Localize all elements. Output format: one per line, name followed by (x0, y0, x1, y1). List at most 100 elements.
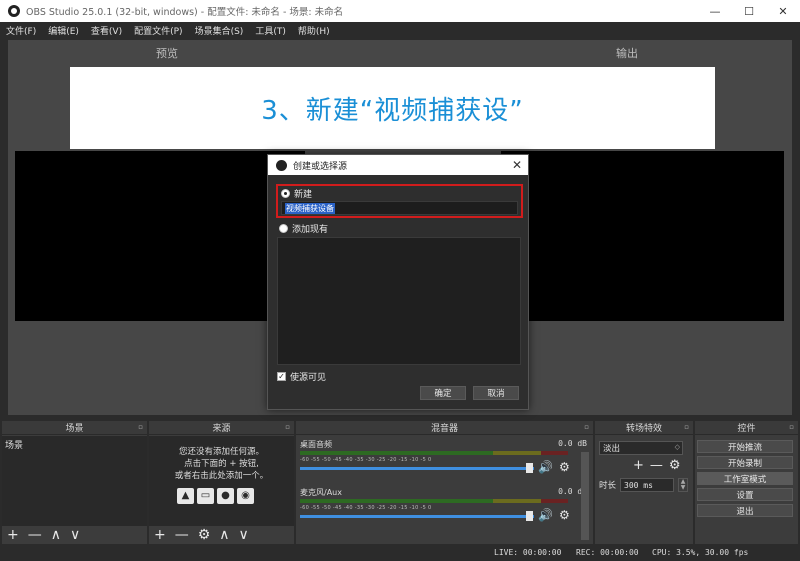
volume-fader[interactable] (300, 515, 534, 518)
add-transition-button[interactable]: + (633, 458, 644, 473)
move-scene-up-button[interactable]: ∧ (51, 527, 61, 543)
window-titlebar: OBS Studio 25.0.1 (32-bit, windows) - 配置… (0, 0, 800, 22)
preview-label: 预览 (156, 47, 178, 60)
output-canvas (501, 151, 784, 321)
volume-fader[interactable] (300, 467, 534, 470)
close-window-button[interactable]: ✕ (766, 5, 800, 18)
new-radio[interactable] (281, 188, 290, 198)
transition-select[interactable]: 淡出 ◇ (599, 441, 683, 455)
remove-source-button[interactable]: — (175, 527, 189, 543)
menu-profile[interactable]: 配置文件(P) (128, 24, 188, 37)
dialog-title: 创建或选择源 (293, 161, 348, 172)
maximize-button[interactable]: ☐ (732, 5, 766, 18)
volume-meter (300, 451, 568, 455)
remove-transition-button[interactable]: — (650, 458, 663, 473)
controls-title: 控件 (737, 424, 756, 434)
minimize-button[interactable]: — (698, 5, 732, 18)
preview-canvas[interactable] (15, 151, 305, 321)
cpu-status: CPU: 3.5%, 30.00 fps (652, 548, 749, 557)
transitions-title: 转场特效 (625, 424, 662, 434)
new-source-option[interactable]: 新建 (281, 187, 313, 200)
scene-item[interactable]: 场景 (5, 438, 23, 451)
sources-title: 来源 (212, 424, 231, 434)
mixer-header: 混音器 ▫ (296, 421, 593, 435)
mixer-scrollbar[interactable] (581, 452, 589, 540)
menu-tools[interactable]: 工具(T) (249, 24, 292, 37)
menu-file[interactable]: 文件(F) (0, 24, 42, 37)
menu-bar: 文件(F) 编辑(E) 查看(V) 配置文件(P) 场景集合(S) 工具(T) … (0, 22, 800, 39)
add-source-button[interactable]: + (154, 527, 166, 543)
speaker-icon[interactable]: 🔊 (538, 460, 553, 474)
duration-spinner[interactable]: ▲ ▼ (678, 478, 689, 492)
dock-float-icon[interactable]: ▫ (584, 423, 589, 431)
menu-help[interactable]: 帮助(H) (292, 24, 336, 37)
scenes-dock: 场景 ▫ 场景 + — ∧ ∨ (2, 421, 147, 544)
volume-fader-handle[interactable] (526, 463, 533, 473)
source-type-icons: ▲ ▭ ● ◉ (177, 488, 254, 504)
output-label: 输出 (616, 47, 638, 60)
volume-fader-handle[interactable] (526, 511, 533, 521)
obs-logo-icon (8, 5, 20, 17)
new-label: 新建 (294, 189, 313, 200)
duration-row: 时长 300 ms ▲ ▼ (599, 478, 689, 492)
source-name-input[interactable]: 视频捕获设备 (281, 201, 518, 215)
existing-sources-list[interactable] (277, 237, 521, 365)
add-scene-button[interactable]: + (7, 527, 19, 543)
start-streaming-button[interactable]: 开始推流 (697, 440, 793, 453)
make-visible-option[interactable]: ✓ 使源可见 (277, 370, 326, 383)
studio-mode-button[interactable]: 工作室模式 (697, 472, 793, 485)
menu-scene-collection[interactable]: 场景集合(S) (189, 24, 250, 37)
dock-float-icon[interactable]: ▫ (138, 423, 143, 431)
volume-meter (300, 499, 568, 503)
source-settings-button[interactable]: ⚙ (198, 527, 211, 543)
remove-scene-button[interactable]: — (28, 527, 42, 543)
scenes-title: 场景 (65, 424, 84, 434)
transitions-body: 淡出 ◇ + — ⚙ 时长 300 ms ▲ ▼ (595, 436, 693, 544)
move-scene-down-button[interactable]: ∨ (70, 527, 80, 543)
status-bar: LIVE: 00:00:00 REC: 00:00:00 CPU: 3.5%, … (0, 546, 800, 561)
mixer-dock: 混音器 ▫ 桌面音频 0.0 dB -60 -55 -50 -45 -40 -3… (296, 421, 593, 544)
create-source-dialog: 创建或选择源 ✕ 新建 视频捕获设备 添加现有 ✓ 使源可见 确定 取消 (267, 154, 529, 410)
dock-float-icon[interactable]: ▫ (285, 423, 290, 431)
dialog-close-button[interactable]: ✕ (506, 158, 528, 172)
speaker-icon[interactable]: 🔊 (538, 508, 553, 522)
menu-edit[interactable]: 编辑(E) (42, 24, 85, 37)
sources-hint-line: 或者右击此处添加一个。 (174, 471, 269, 481)
move-source-up-button[interactable]: ∧ (219, 527, 229, 543)
gear-icon[interactable]: ⚙ (559, 508, 570, 522)
cancel-button[interactable]: 取消 (473, 386, 519, 400)
dock-float-icon[interactable]: ▫ (684, 423, 689, 431)
duration-label: 时长 (599, 481, 617, 491)
scenes-toolbar: + — ∧ ∨ (2, 526, 147, 544)
scene-list[interactable]: 场景 (2, 436, 147, 526)
add-existing-option[interactable]: 添加现有 (279, 222, 328, 235)
channel-name: 桌面音频 (300, 440, 332, 449)
gear-icon[interactable]: ⚙ (559, 460, 570, 474)
exit-button[interactable]: 退出 (697, 504, 793, 517)
mixer-channel-mic: 麦克风/Aux 0.0 dB -60 -55 -50 -45 -40 -35 -… (300, 487, 587, 529)
ok-button[interactable]: 确定 (420, 386, 466, 400)
mixer-body: 桌面音频 0.0 dB -60 -55 -50 -45 -40 -35 -30 … (296, 436, 593, 544)
channel-db: 0.0 dB (558, 439, 587, 448)
camera-icon: ◉ (237, 488, 254, 504)
live-status: LIVE: 00:00:00 (494, 548, 562, 557)
sources-hint-line: 点击下面的 + 按钮, (184, 459, 259, 469)
dock-float-icon[interactable]: ▫ (789, 423, 794, 431)
globe-icon: ● (217, 488, 234, 504)
tutorial-banner: 3、新建“视频捕获设” (70, 67, 715, 149)
move-source-down-button[interactable]: ∨ (239, 527, 249, 543)
make-visible-checkbox[interactable]: ✓ (277, 372, 286, 381)
window-title: OBS Studio 25.0.1 (32-bit, windows) - 配置… (26, 7, 344, 18)
menu-view[interactable]: 查看(V) (85, 24, 128, 37)
existing-radio[interactable] (279, 224, 288, 233)
sources-header: 来源 ▫ (149, 421, 294, 435)
transition-settings-gear-icon[interactable]: ⚙ (669, 458, 681, 473)
source-list[interactable]: 您还没有添加任何源。 点击下面的 + 按钮, 或者右击此处添加一个。 ▲ ▭ ●… (149, 436, 294, 526)
settings-button[interactable]: 设置 (697, 488, 793, 501)
start-recording-button[interactable]: 开始录制 (697, 456, 793, 469)
obs-logo-icon (276, 159, 287, 171)
mixer-title: 混音器 (430, 424, 458, 434)
duration-input[interactable]: 300 ms (620, 478, 675, 492)
mixer-channel-desktop: 桌面音频 0.0 dB -60 -55 -50 -45 -40 -35 -30 … (300, 439, 587, 481)
source-name-value: 视频捕获设备 (285, 202, 335, 214)
